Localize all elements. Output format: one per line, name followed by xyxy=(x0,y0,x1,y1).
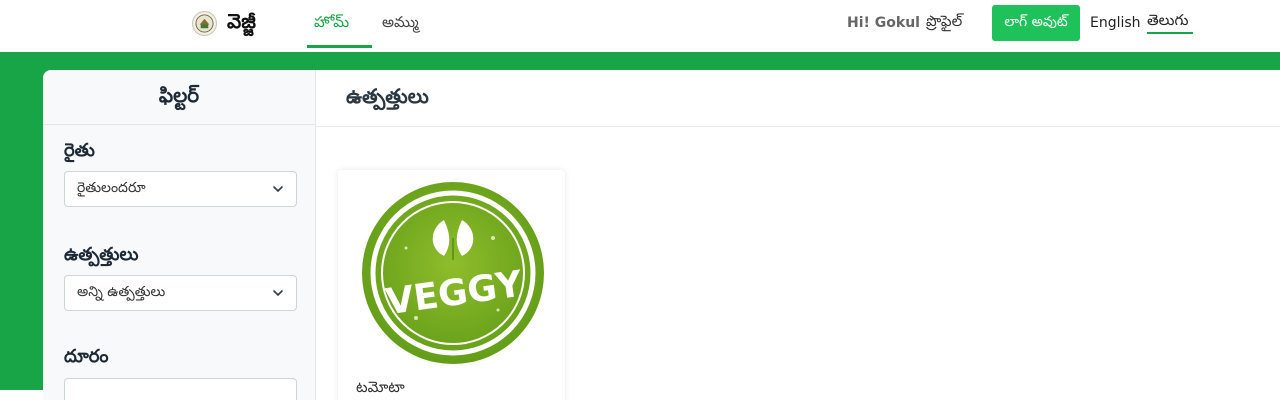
nav-home-link[interactable]: హోమ్ xyxy=(314,13,349,35)
emblem-logo-icon xyxy=(192,10,217,36)
filter-title: ఫిల్టర్ xyxy=(43,70,315,125)
products-panel: ఉత్పత్తులు VEGGY టమోటా xyxy=(316,70,1280,400)
product-select[interactable]: అన్ని ఉత్పత్తులు xyxy=(64,275,297,311)
brand[interactable]: వెజ్జీ xyxy=(192,8,256,36)
user-greeting: Hi! Gokul xyxy=(847,15,920,31)
product-card[interactable]: VEGGY టమోటా xyxy=(338,170,565,400)
lang-english-link[interactable]: English xyxy=(1090,15,1141,31)
nav-active-indicator xyxy=(307,45,372,48)
products-title: ఉత్పత్తులు xyxy=(316,70,1280,127)
lang-active-indicator xyxy=(1147,32,1193,34)
top-navbar: వెజ్జీ హోమ్ అమ్ము Hi! Gokul ప్రొఫైల్ లాగ… xyxy=(0,0,1280,52)
profile-link[interactable]: ప్రొఫైల్ xyxy=(926,12,962,34)
distance-input[interactable] xyxy=(64,378,297,400)
product-name: టమోటా xyxy=(356,378,405,396)
filter-sidebar: ఫిల్టర్ రైతు రైతులందరూ ఉత్పత్తులు అన్ని … xyxy=(43,70,316,400)
nav-sell-link[interactable]: అమ్ము xyxy=(382,13,419,35)
farmer-select[interactable]: రైతులందరూ xyxy=(64,171,297,207)
veggy-logo-image: VEGGY xyxy=(362,182,544,364)
chevron-down-icon xyxy=(273,186,283,192)
farmer-select-value: రైతులందరూ xyxy=(77,179,146,196)
distance-label: దూరం xyxy=(64,346,109,367)
main-card: ఫిల్టర్ రైతు రైతులందరూ ఉత్పత్తులు అన్ని … xyxy=(43,70,1280,400)
farmer-label: రైతు xyxy=(64,140,95,161)
brand-name: వెజ్జీ xyxy=(227,8,256,33)
chevron-down-icon xyxy=(273,290,283,296)
logout-button[interactable]: లాగ్ అవుట్ xyxy=(992,5,1080,41)
product-filter-label: ఉత్పత్తులు xyxy=(64,244,139,265)
product-select-value: అన్ని ఉత్పత్తులు xyxy=(77,283,166,300)
